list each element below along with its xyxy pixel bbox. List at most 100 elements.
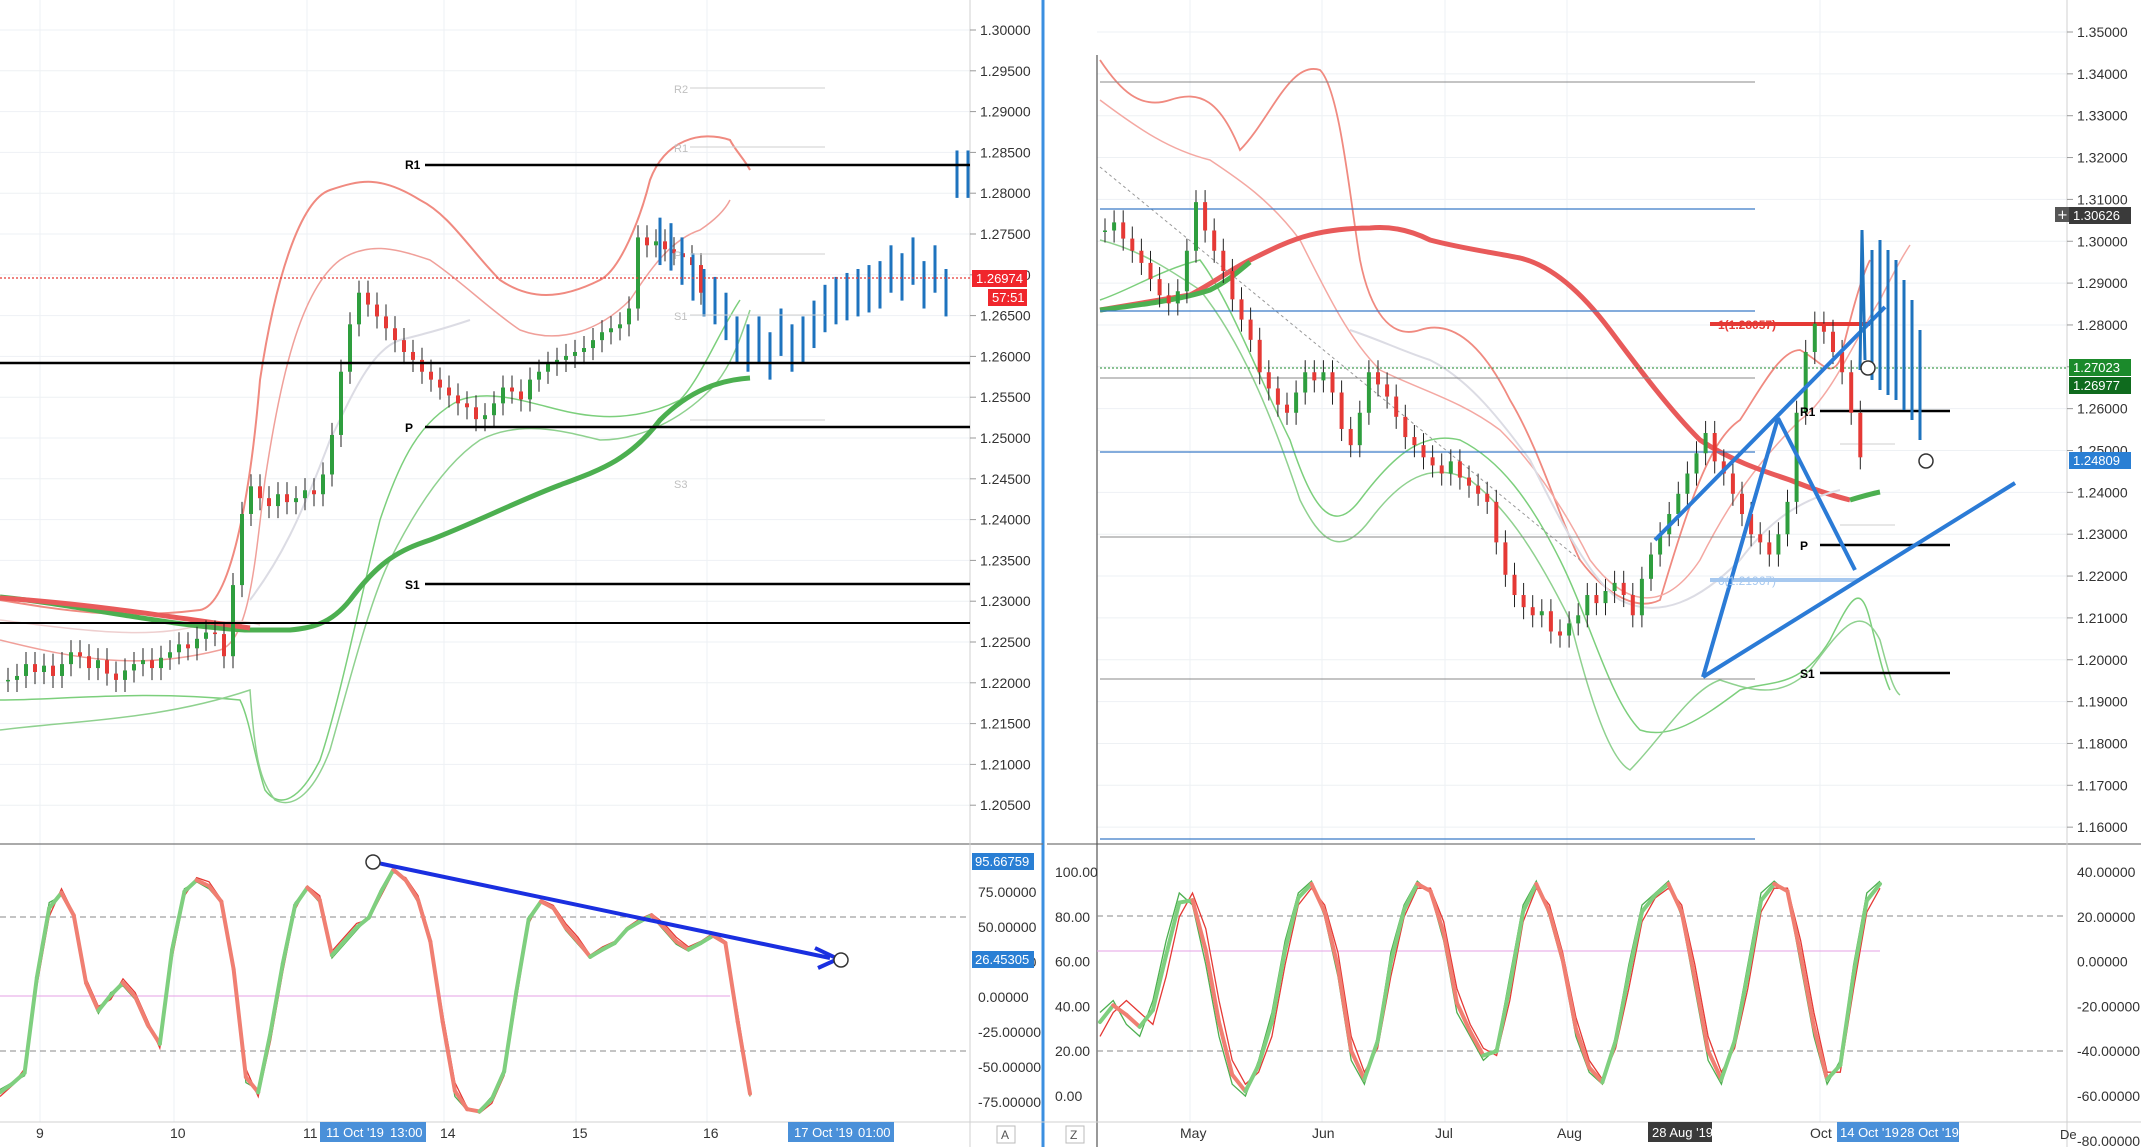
right-osc-right-tick-label: -20.00000 xyxy=(2077,998,2140,1014)
right-x-tick-label: Jul xyxy=(1435,1125,1453,1141)
candle-body xyxy=(222,634,226,657)
candle-body xyxy=(1831,331,1835,353)
left-y-tick-label: 1.28500 xyxy=(980,144,1031,160)
right-osc-left-tick-label: 0.00 xyxy=(1055,1088,1082,1104)
candle-body xyxy=(60,664,64,676)
candle-body xyxy=(1266,372,1271,389)
candle-body xyxy=(1130,238,1135,251)
left-osc-tag-1: 95.66759 xyxy=(975,854,1029,869)
candle-body xyxy=(1821,323,1826,332)
candle-body xyxy=(1594,595,1599,604)
candle-body xyxy=(294,498,298,503)
candle-body xyxy=(168,652,172,658)
right-y-tick-label: 1.22000 xyxy=(2077,568,2128,584)
left-y-tick-label: 1.29000 xyxy=(980,104,1031,120)
candle-body xyxy=(1730,473,1735,494)
left-osc-tick-label: -75.00000 xyxy=(978,1094,1041,1110)
candle-body xyxy=(1849,372,1854,413)
candle-body xyxy=(1212,230,1217,251)
candle-body xyxy=(321,474,325,495)
candle-body xyxy=(1166,295,1171,304)
right-y-tick-label: 1.30000 xyxy=(2077,233,2128,249)
fib-1-label: 1(1.28057) xyxy=(1718,318,1776,332)
candle-body xyxy=(1812,323,1817,353)
candle-body xyxy=(1676,493,1681,515)
candle-body xyxy=(1112,222,1117,231)
candle-body xyxy=(1148,262,1153,280)
time-tag-1300: 13:00 xyxy=(390,1125,423,1140)
candle-body xyxy=(213,632,217,635)
candle-body xyxy=(546,363,550,372)
candle-body xyxy=(1803,352,1808,413)
candle-body xyxy=(1467,477,1471,486)
right-y-tick-label: 1.24000 xyxy=(2077,484,2128,500)
candle-body xyxy=(483,415,487,420)
candle-body xyxy=(1221,250,1226,271)
candle-body xyxy=(33,664,37,673)
candle-body xyxy=(51,665,55,676)
candle-body xyxy=(1539,611,1544,616)
candle-body xyxy=(1239,299,1244,320)
candle-body xyxy=(1385,384,1390,397)
candle-body xyxy=(330,434,334,475)
right-y-tick-label: 1.28000 xyxy=(2077,317,2128,333)
right-price-tag-blue: 1.24809 xyxy=(2073,453,2120,468)
candle-body xyxy=(1858,412,1863,458)
candle-body xyxy=(267,498,271,507)
right-osc-left-tick-label: 60.00 xyxy=(1055,954,1090,970)
right-pivot-r1-label: R1 xyxy=(1800,405,1816,419)
left-osc-tick-label: -25.00000 xyxy=(978,1024,1041,1040)
time-tag-17oct: 17 Oct '19 xyxy=(794,1125,853,1140)
right-osc-right-tick-label: 0.00000 xyxy=(2077,954,2128,970)
left-y-tick-label: 1.24500 xyxy=(980,471,1031,487)
candle-body xyxy=(384,316,388,329)
left-y-tick-label: 1.26500 xyxy=(980,308,1031,324)
candle-body xyxy=(591,340,595,349)
right-y-tick-label: 1.19000 xyxy=(2077,694,2128,710)
candle-body xyxy=(582,348,586,352)
auto-scale-button-left[interactable]: A xyxy=(996,1125,1016,1144)
left-y-tick-label: 1.30000 xyxy=(980,22,1031,38)
left-pivot-s1-label: S1 xyxy=(405,578,420,592)
candle-body xyxy=(663,241,667,250)
right-y-tick-label: 1.21000 xyxy=(2077,610,2128,626)
right-x-tick-label: Oct xyxy=(1810,1125,1832,1141)
left-osc-tick-label: 50.00000 xyxy=(978,919,1037,935)
candle-body xyxy=(1585,595,1590,616)
candle-body xyxy=(456,395,460,404)
candle-body xyxy=(564,355,568,360)
right-pivot-p-label: P xyxy=(1800,539,1808,553)
candle-body xyxy=(1294,392,1299,413)
right-osc-left-tick-label: 80.00 xyxy=(1055,909,1090,925)
candle-body xyxy=(1339,392,1344,429)
candle-body xyxy=(402,340,406,352)
auto-scale-label-left: A xyxy=(1001,1128,1009,1142)
right-price-tag-dark-green: 1.26977 xyxy=(2073,378,2120,393)
left-faint-s1: S1 xyxy=(674,311,687,323)
right-y-tick-label: 1.16000 xyxy=(2077,819,2128,835)
candle-body xyxy=(1521,595,1526,608)
candle-body xyxy=(1421,445,1426,458)
candle-body xyxy=(195,638,199,649)
chart-canvas[interactable]: R1 P S1 R2 R1 P S1 S3 R1 P S1 1(1.28057)… xyxy=(0,0,2141,1147)
candle-body xyxy=(627,308,631,325)
candle-body xyxy=(1558,631,1562,636)
time-tag-28aug: 28 Aug '19 xyxy=(1652,1125,1713,1140)
left-x-tick-label: 10 xyxy=(170,1125,186,1141)
candle-body xyxy=(1257,339,1262,373)
right-x-tick-label: May xyxy=(1180,1125,1206,1141)
right-pivot-s1-label: S1 xyxy=(1800,667,1815,681)
left-y-tick-label: 1.23000 xyxy=(980,593,1031,609)
right-y-tick-label: 1.20000 xyxy=(2077,652,2128,668)
zoom-button-right[interactable]: Z xyxy=(1065,1125,1085,1144)
candle-body xyxy=(1621,582,1626,596)
candle-body xyxy=(114,673,118,680)
candle-body xyxy=(645,237,649,246)
candle-body xyxy=(1776,534,1781,555)
right-y-tick-label: 1.23000 xyxy=(2077,526,2128,542)
left-faint-r2: R2 xyxy=(674,84,688,96)
candle-body xyxy=(375,304,379,317)
crosshair-plus-icon: + xyxy=(2057,208,2068,223)
candle-body xyxy=(393,328,397,341)
candle-body xyxy=(303,490,307,499)
